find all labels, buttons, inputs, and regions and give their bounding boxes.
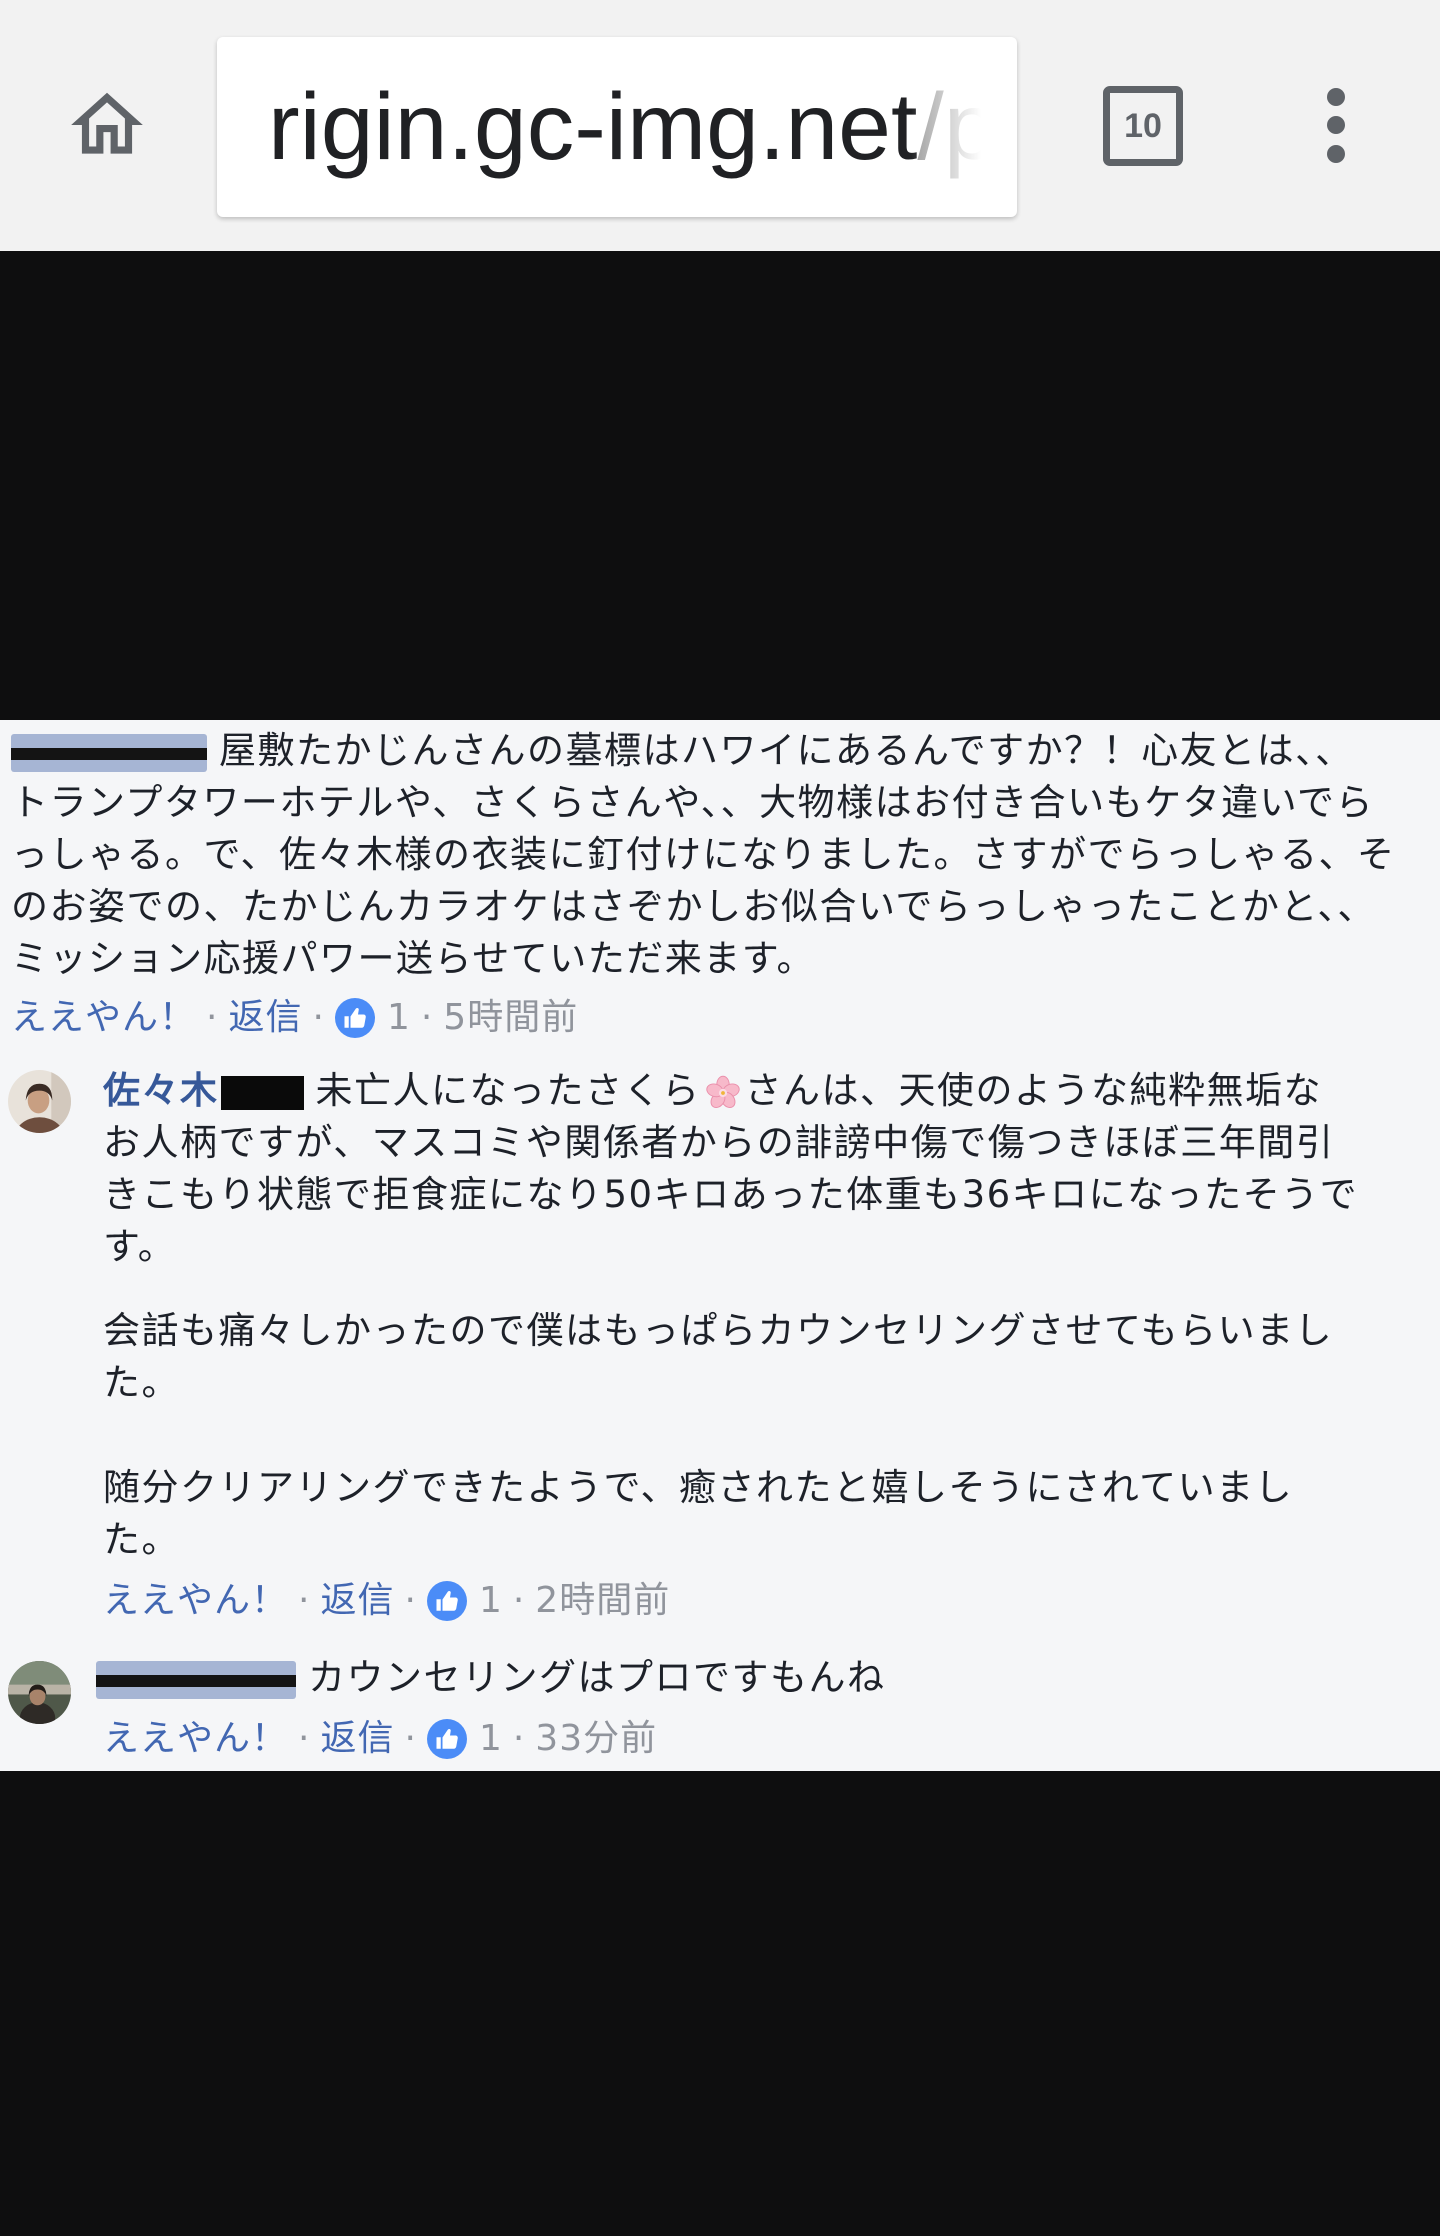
comment-actions: ええやん！ · 返信 · 1 · 2時間前 (103, 1575, 1432, 1627)
comment-paragraph: お人柄ですが、マスコミや関係者からの誹謗中傷で傷つきほぼ三年間引 きこもり状態で… (103, 1117, 1432, 1273)
reaction-count[interactable]: 1 (387, 992, 411, 1044)
comment-text-line: す。 (103, 1225, 177, 1268)
timestamp[interactable]: 2時間前 (535, 1575, 670, 1627)
comment-text-line: た。 (103, 1361, 180, 1404)
cherry-blossom-icon (704, 1074, 742, 1112)
tab-switcher-icon[interactable]: 10 (1103, 86, 1183, 166)
url-text[interactable]: rigin.gc-img.net/p (268, 37, 981, 217)
separator: · (404, 1580, 417, 1621)
tab-count: 10 (1124, 106, 1162, 145)
comment-paragraph: 会話も痛々しかったので僕はもっぱらカウンセリングさせてもらいまし た。 (103, 1305, 1432, 1409)
comment-text-line: た。 (103, 1518, 180, 1561)
reply-link[interactable]: 返信 (228, 992, 302, 1044)
redacted-author-name[interactable] (96, 1660, 296, 1699)
separator: · (298, 1718, 311, 1759)
comment: 屋敷たかじんさんの墓標はハワイにあるんですか？！心友とは、、 トランプタワーホテ… (11, 725, 1432, 1044)
author-name[interactable]: 佐々木 (103, 1069, 219, 1112)
comment-text-line: ミッション応援パワー送らせていただ来ます。 (11, 937, 816, 980)
like-reaction-icon[interactable] (334, 998, 375, 1038)
comment-text-line: トランプタワーホテルや、さくらさんや、、大物様はお付き合いもケタ違いでら (11, 781, 1375, 824)
separator: · (512, 1718, 526, 1759)
comment: 佐々木 未亡人になったさくら さんは、天使のような純粋無垢な お人柄ですが、マスコ… (103, 1065, 1432, 1627)
comment-text-line: っしゃる。で、佐々木様の衣装に釘付けになりました。さすがでらっしゃる、そ (11, 833, 1396, 876)
separator: · (404, 1718, 417, 1759)
comment-actions: ええやん！ · 返信 · 1 · 5時間前 (11, 992, 1432, 1044)
reaction-count[interactable]: 1 (479, 1713, 503, 1765)
comment-text-line: お人柄ですが、マスコミや関係者からの誹謗中傷で傷つきほぼ三年間引 (103, 1121, 1335, 1164)
comment: カウンセリングはプロですもんね ええやん！ · 返信 · 1 · 33分前 (96, 1652, 1432, 1765)
redacted-author-name[interactable] (11, 733, 207, 772)
comment-text-line: きこもり状態で拒食症になり50キロあった体重も36キロになったそうで (103, 1173, 1359, 1216)
comment-text-line: のお姿での、たかじんカラオケはさぞかしお似合いでらっしゃったことかと、、 (11, 885, 1376, 928)
like-link[interactable]: ええやん！ (103, 1713, 288, 1765)
separator: · (512, 1580, 526, 1621)
comment-text: 未亡人になったさくら (315, 1069, 701, 1112)
reply-link[interactable]: 返信 (320, 1713, 394, 1765)
like-link[interactable]: ええやん！ (103, 1575, 288, 1627)
separator: · (298, 1580, 311, 1621)
overflow-menu-icon[interactable] (1311, 80, 1361, 172)
comment-text-line: 会話も痛々しかったので僕はもっぱらカウンセリングさせてもらいまし (103, 1309, 1334, 1352)
comment-text-line: 随分クリアリングできたようで、癒されたと嬉しそうにされていまし (103, 1466, 1294, 1509)
reaction-count[interactable]: 1 (479, 1575, 503, 1627)
browser-toolbar: rigin.gc-img.net/p 10 (0, 0, 1440, 251)
like-link[interactable]: ええやん！ (11, 992, 196, 1044)
comment-text-line: 佐々木 未亡人になったさくら さんは、天使のような純粋無垢な (103, 1065, 1432, 1117)
separator: · (206, 997, 219, 1038)
comment-text-line: 屋敷たかじんさんの墓標はハワイにあるんですか？！心友とは、、 (11, 725, 1432, 777)
separator: · (420, 997, 434, 1038)
comments-panel: 屋敷たかじんさんの墓標はハワイにあるんですか？！心友とは、、 トランプタワーホテ… (0, 720, 1440, 1771)
comment-actions: ええやん！ · 返信 · 1 · 33分前 (103, 1713, 1432, 1765)
comment-text: 屋敷たかじんさんの墓標はハワイにあるんですか？！心友とは、、 (219, 729, 1354, 772)
url-path: /p (917, 74, 981, 180)
address-bar[interactable]: rigin.gc-img.net/p (217, 37, 1017, 217)
comment-paragraph: 随分クリアリングできたようで、癒されたと嬉しそうにされていまし た。 (103, 1462, 1432, 1566)
menu-dot (1327, 145, 1345, 163)
home-icon[interactable] (64, 82, 150, 168)
menu-dot (1327, 88, 1345, 106)
menu-dot (1327, 116, 1345, 134)
url-host: rigin.gc-img.net (268, 74, 918, 180)
comment-text-line: カウンセリングはプロですもんね (96, 1652, 1432, 1704)
separator: · (312, 997, 325, 1038)
reply-link[interactable]: 返信 (320, 1575, 394, 1627)
comment-text: さんは、天使のような純粋無垢な (744, 1069, 1322, 1112)
avatar[interactable] (8, 1070, 71, 1133)
avatar[interactable] (8, 1661, 71, 1724)
timestamp[interactable]: 33分前 (535, 1713, 657, 1765)
like-reaction-icon[interactable] (426, 1719, 467, 1759)
like-reaction-icon[interactable] (426, 1581, 467, 1621)
comment-text: カウンセリングはプロですもんね (308, 1656, 886, 1699)
timestamp[interactable]: 5時間前 (443, 992, 578, 1044)
redacted-author-name (220, 1075, 304, 1110)
